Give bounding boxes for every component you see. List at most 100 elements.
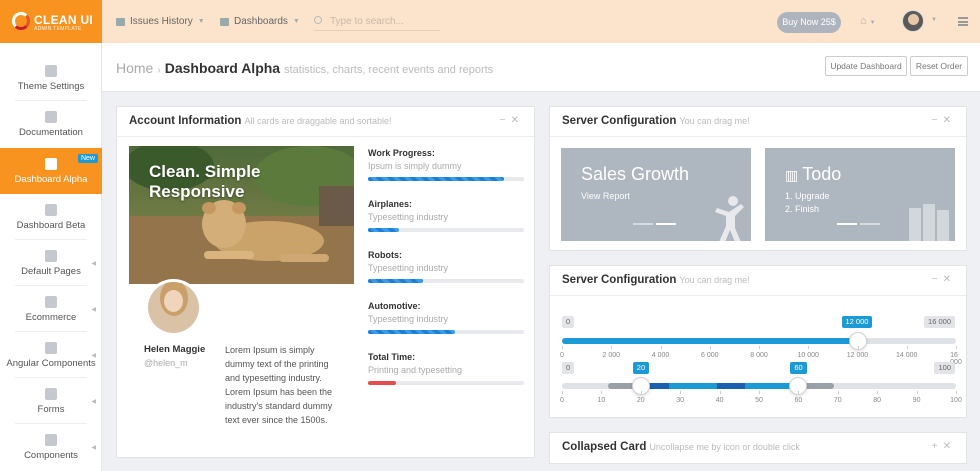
view-report-link[interactable]: View Report [581, 190, 630, 203]
card-subtitle: You can drag me! [679, 116, 750, 126]
slider-tick-mark [798, 391, 800, 394]
slider-min-label: 0 [562, 316, 575, 328]
sidebar-item-label: Dashboard Alpha [14, 174, 88, 185]
brand-logo[interactable]: CLEAN UI ADMIN TEMPLATE [0, 0, 102, 43]
card-title: Account Information All cards are draggab… [129, 115, 392, 127]
progress-title: Work Progress: [368, 148, 435, 158]
slider-tick-mark [601, 391, 603, 394]
slider-tick-label: 0 [560, 352, 564, 359]
card-controls: −✕ [932, 274, 956, 285]
account-information-card: Account Information All cards are draggab… [116, 106, 535, 458]
buy-now-button[interactable]: Buy Now 25$ [777, 12, 841, 33]
books-illustration-icon [909, 204, 949, 241]
sidebar-item-forms[interactable]: Forms ◀ [0, 378, 102, 424]
home-menu[interactable]: ⌂ ▼ [860, 15, 876, 27]
slider-tick-mark [808, 346, 810, 349]
server-configuration-card-1: Server Configuration You can drag me! −✕ … [549, 106, 967, 251]
progress-bar [368, 279, 524, 283]
expand-icon[interactable]: + [932, 441, 943, 452]
close-icon[interactable]: ✕ [943, 115, 956, 126]
sidebar-item-documentation[interactable]: Documentation [0, 101, 102, 147]
slider-tick-mark [611, 346, 613, 349]
progress-subtitle: Typesetting industry [368, 212, 449, 222]
progress-fill [368, 279, 423, 283]
sidebar-item-dashboard-beta[interactable]: Dashboard Beta [0, 194, 102, 240]
slider-value-label: 12 000 [841, 316, 873, 328]
card-controls: +✕ [932, 441, 956, 452]
grid-icon [220, 17, 229, 26]
close-icon[interactable]: ✕ [943, 274, 956, 285]
photo-caption-line1: Clean. Simple [149, 162, 261, 181]
progress-bar [368, 177, 524, 181]
minimize-icon[interactable]: − [932, 115, 943, 126]
page-icon [45, 250, 57, 262]
sidebar-item-theme-settings[interactable]: Theme Settings [0, 55, 102, 101]
slider-tick-label: 50 [755, 397, 763, 404]
page-subtitle: statistics, charts, recent events and re… [284, 64, 494, 76]
minimize-icon[interactable]: − [500, 115, 511, 126]
tile-list: 1. Upgrade 2. Finish [785, 190, 830, 216]
chevron-left-icon: ◀ [91, 307, 96, 313]
user-avatar[interactable] [902, 10, 924, 32]
tile-title: Sales Growth [581, 164, 690, 184]
home-icon: ⌂ [860, 15, 867, 27]
progress-title: Airplanes: [368, 199, 413, 209]
slider-tick-mark [906, 346, 908, 349]
slider-tick-mark [956, 391, 957, 394]
breadcrumb-home[interactable]: Home [116, 60, 153, 76]
page-header: Home › Dashboard Alpha statistics, charts, … [102, 43, 980, 92]
close-icon[interactable]: ✕ [511, 115, 524, 126]
todo-item: 2. Finish [785, 204, 820, 214]
sidebar-item-components[interactable]: Components ◀ [0, 424, 102, 470]
close-icon[interactable]: ✕ [943, 441, 956, 452]
todo-tile[interactable]: ▥ Todo 1. Upgrade 2. Finish [765, 148, 955, 241]
slider-tick-mark [660, 346, 662, 349]
issues-history-label: Issues History [130, 16, 193, 27]
dashboards-menu[interactable]: Dashboards ▼ [220, 16, 300, 27]
reset-order-button[interactable]: Reset Order [910, 56, 968, 76]
home-icon [45, 158, 57, 170]
sidebar-item-angular-components[interactable]: Angular Components ◀ [0, 332, 102, 378]
user-handle[interactable]: @helen_m [144, 358, 188, 368]
progress-subtitle: Ipsum is simply dummy [368, 161, 462, 171]
chevron-left-icon: ◀ [91, 445, 96, 451]
carousel-dot[interactable] [837, 223, 857, 225]
slider-tick-label: 70 [833, 397, 842, 404]
search-input[interactable]: Type to search... [314, 13, 440, 31]
progress-title: Robots: [368, 250, 402, 260]
chevron-down-icon: ▼ [197, 18, 205, 25]
slider-range-fill [640, 383, 799, 389]
progress-title: Automotive: [368, 301, 421, 311]
slider-min-label: 0 [562, 362, 575, 374]
chevron-down-icon: ▼ [869, 20, 876, 26]
sales-growth-tile[interactable]: Sales Growth View Report [561, 148, 751, 241]
progress-fill [368, 330, 456, 334]
person-icon [715, 196, 744, 241]
books-icon: ▥ [785, 167, 799, 183]
carousel-dot[interactable] [656, 223, 676, 225]
slider-tick-label: 30 [676, 397, 685, 404]
progress-subtitle: Printing and typesetting [368, 365, 463, 375]
profile-avatar[interactable] [145, 279, 202, 336]
slider-to-label: 60 [790, 362, 807, 374]
progress-bar [368, 228, 524, 232]
breadcrumb-separator: › [157, 65, 161, 76]
menu-icon[interactable] [958, 17, 968, 26]
slider-tick-mark [759, 346, 760, 349]
sidebar-item-dashboard-alpha[interactable]: Dashboard Alpha New [0, 148, 102, 194]
sidebar-item-ecommerce[interactable]: Ecommerce ◀ [0, 286, 102, 332]
search-placeholder: Type to search... [330, 16, 404, 27]
collapsed-card[interactable]: Collapsed Card Uncollapse me by icon or d… [549, 432, 967, 464]
slider-tick-label: 4 000 [651, 352, 670, 359]
new-badge: New [77, 154, 98, 163]
issues-history-menu[interactable]: Issues History ▼ [116, 16, 205, 27]
carousel-dot[interactable] [860, 223, 880, 225]
slider-tick-mark [837, 391, 839, 394]
refresh-icon [45, 434, 57, 446]
minimize-icon[interactable]: − [932, 274, 943, 285]
update-dashboard-button[interactable]: Update Dashboard [825, 56, 907, 76]
user-bio: Lorem Ipsum is simply dummy text of the … [225, 345, 333, 425]
slider-tick-mark [562, 391, 563, 394]
carousel-dot[interactable] [633, 223, 653, 225]
sidebar-item-default-pages[interactable]: Default Pages ◀ [0, 240, 102, 286]
